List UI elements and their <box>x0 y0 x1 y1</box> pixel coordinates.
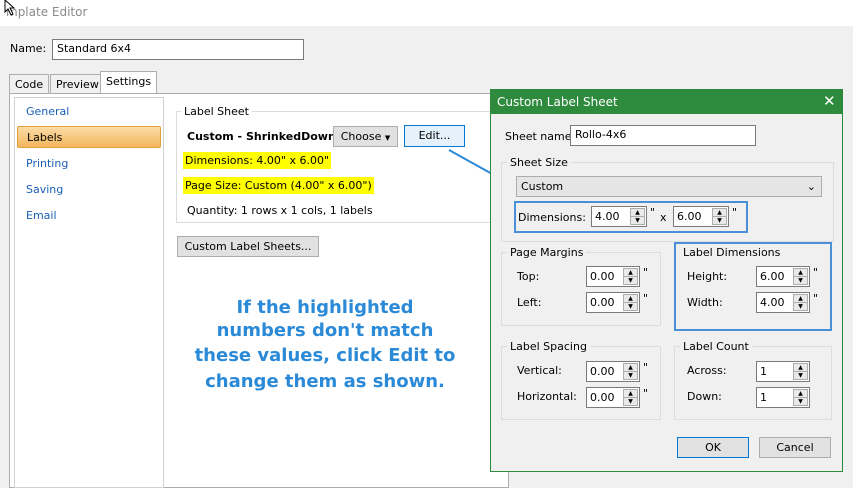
dimension-height-spinner[interactable]: 6.00 ▲ ▼ <box>673 206 729 227</box>
label-height-spinner[interactable]: 6.00 ▲ ▼ <box>756 266 810 287</box>
quantity-text: Quantity: 1 rows x 1 cols, 1 labels <box>187 204 373 217</box>
across-label: Across: <box>687 364 727 377</box>
label-dimensions-label: Label Dimensions <box>680 246 784 259</box>
vertical-spacing-value: 0.00 <box>590 365 615 378</box>
inch-mark: " <box>643 266 649 279</box>
spin-down-icon[interactable]: ▼ <box>630 216 645 225</box>
choose-label: Choose <box>340 130 382 143</box>
nav-item-labels[interactable]: Labels <box>17 126 161 148</box>
callout-line-1: If the highlighted <box>236 297 414 318</box>
nav-item-printing[interactable]: Printing <box>17 153 161 175</box>
label-spacing-label: Label Spacing <box>507 340 590 353</box>
down-label: Down: <box>687 390 722 403</box>
nav-item-general[interactable]: General <box>17 101 161 123</box>
vertical-spacing-spinner[interactable]: 0.00 ▲ ▼ <box>586 361 640 382</box>
spin-down-icon[interactable]: ▼ <box>623 302 638 311</box>
label-count-group <box>674 346 832 420</box>
spin-down-icon[interactable]: ▼ <box>712 216 727 225</box>
across-value: 1 <box>760 365 767 378</box>
label-width-spinner[interactable]: 4.00 ▲ ▼ <box>756 292 810 313</box>
custom-label-sheets-button[interactable]: Custom Label Sheets... <box>177 236 319 257</box>
inch-mark: " <box>643 387 649 400</box>
across-spinner[interactable]: 1 ▲ ▼ <box>756 361 810 382</box>
dimension-height-value: 6.00 <box>677 210 702 223</box>
sheet-size-label: Sheet Size <box>507 156 571 169</box>
width-label: Width: <box>687 296 723 309</box>
spin-down-icon[interactable]: ▼ <box>793 276 808 285</box>
inch-mark: " <box>732 206 738 219</box>
top-label: Top: <box>517 270 540 283</box>
left-margin-value: 0.00 <box>590 296 615 309</box>
ok-button[interactable]: OK <box>677 437 749 458</box>
vertical-label: Vertical: <box>517 364 562 377</box>
height-label: Height: <box>687 270 728 283</box>
dimension-x-separator: x <box>660 211 667 224</box>
inch-mark: " <box>813 292 819 305</box>
top-margin-spinner[interactable]: 0.00 ▲ ▼ <box>586 266 640 287</box>
sheet-size-select[interactable]: Custom ⌄ <box>516 176 822 197</box>
page-margins-label: Page Margins <box>507 246 587 259</box>
inch-mark: " <box>650 206 656 219</box>
left-label: Left: <box>517 296 542 309</box>
settings-nav: General Labels Printing Saving Email <box>14 97 164 488</box>
sheet-size-value: Custom <box>521 180 564 193</box>
inch-mark: " <box>643 292 649 305</box>
name-input[interactable]: Standard 6x4 <box>52 39 304 60</box>
dialog-title: Custom Label Sheet <box>491 90 842 114</box>
tab-settings[interactable]: Settings <box>100 71 158 94</box>
spin-down-icon[interactable]: ▼ <box>623 397 638 406</box>
dimensions-text: Dimensions: 4.00" x 6.00" <box>183 152 332 169</box>
dropdown-arrow-icon: ▼ <box>384 134 391 142</box>
tab-preview[interactable]: Preview <box>50 74 105 94</box>
top-margin-value: 0.00 <box>590 270 615 283</box>
horizontal-label: Horizontal: <box>517 390 577 403</box>
page-size-text: Page Size: Custom (4.00" x 6.00") <box>183 177 374 194</box>
label-count-label: Label Count <box>680 340 752 353</box>
mouse-cursor-icon <box>4 0 16 16</box>
spin-down-icon[interactable]: ▼ <box>793 397 808 406</box>
name-label: Name: <box>10 42 47 55</box>
close-icon[interactable]: ✕ <box>823 92 836 110</box>
spin-down-icon[interactable]: ▼ <box>623 371 638 380</box>
chevron-down-icon: ⌄ <box>806 180 816 193</box>
inch-mark: " <box>813 266 819 279</box>
edit-button[interactable]: Edit... <box>404 125 465 147</box>
callout-line-3: these values, click Edit to <box>194 345 456 366</box>
dimension-width-value: 4.00 <box>595 210 620 223</box>
spin-down-icon[interactable]: ▼ <box>793 371 808 380</box>
callout-line-4: change them as shown. <box>205 371 445 392</box>
nav-item-email[interactable]: Email <box>17 205 161 227</box>
label-sheet-group-label: Label Sheet <box>181 105 252 118</box>
window-title: mplate Editor <box>0 0 853 26</box>
page-margins-group <box>501 252 661 326</box>
horizontal-spacing-spinner[interactable]: 0.00 ▲ ▼ <box>586 387 640 408</box>
left-margin-spinner[interactable]: 0.00 ▲ ▼ <box>586 292 640 313</box>
cancel-button[interactable]: Cancel <box>759 437 831 458</box>
inch-mark: " <box>643 361 649 374</box>
label-height-value: 6.00 <box>760 270 785 283</box>
label-width-value: 4.00 <box>760 296 785 309</box>
dimensions-label: Dimensions: <box>518 211 586 224</box>
nav-item-saving[interactable]: Saving <box>17 179 161 201</box>
choose-button[interactable]: Choose ▼ <box>333 126 398 147</box>
horizontal-spacing-value: 0.00 <box>590 391 615 404</box>
sheet-name-label: Sheet name: <box>505 130 576 143</box>
spin-down-icon[interactable]: ▼ <box>623 276 638 285</box>
tab-code[interactable]: Code <box>9 74 50 94</box>
down-spinner[interactable]: 1 ▲ ▼ <box>756 387 810 408</box>
custom-label-sheet-dialog: Custom Label Sheet ✕ Sheet name: Rollo-4… <box>490 89 843 472</box>
down-value: 1 <box>760 391 767 404</box>
sheet-name-text: Custom - ShrinkedDown <box>187 130 336 143</box>
spin-down-icon[interactable]: ▼ <box>793 302 808 311</box>
callout-line-2: numbers don't match <box>216 320 434 341</box>
dimension-width-spinner[interactable]: 4.00 ▲ ▼ <box>591 206 647 227</box>
sheet-name-input[interactable]: Rollo-4x6 <box>570 125 756 146</box>
label-spacing-group <box>501 346 661 420</box>
